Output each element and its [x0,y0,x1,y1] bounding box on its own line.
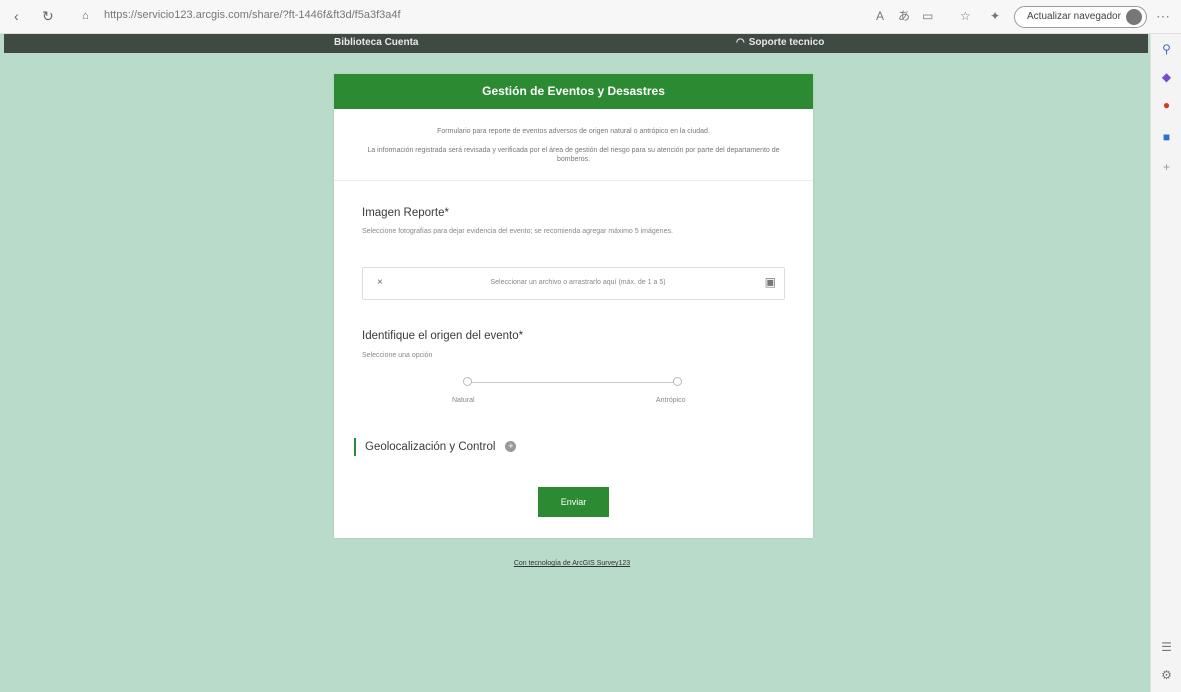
geolocation-section-label: Geolocalización y Control [365,441,496,453]
site-nav[interactable]: Biblioteca Cuenta [334,37,418,48]
avatar [1126,9,1142,25]
refresh-icon[interactable]: ↻ [42,8,54,24]
form-title: Gestión de Eventos y Desastres [334,74,813,109]
image-field-label: Imagen Reporte* [362,207,449,219]
survey-form: Gestión de Eventos y Desastres Formulari… [334,74,813,538]
profile-label: Actualizar navegador [1027,11,1121,22]
browser-toolbar: ‹ ↻ ⌂ https://servicio123.arcgis.com/sha… [0,0,1181,34]
upload-placeholder: Seleccionar un archivo o arrastrarlo aqu… [490,279,666,286]
profile-button[interactable]: Actualizar navegador [1014,6,1147,28]
outlook-icon[interactable]: ■ [1151,130,1181,144]
origin-option-antropico-label[interactable]: Antrópico [656,397,686,404]
support-label: Soporte tecnico [748,37,825,48]
read-aloud-icon[interactable]: A [876,9,884,23]
support-link[interactable]: ◠ Soporte tecnico [736,37,824,48]
origin-option-natural-label[interactable]: Natural [452,397,475,404]
favorites-icon[interactable]: ☆ [960,9,971,23]
origin-field-help: Seleccione una opción [362,352,433,359]
extensions-icon[interactable]: ✦ [990,9,1000,23]
translate-icon[interactable]: あ [898,9,910,23]
headset-icon: ◠ [736,37,745,48]
add-icon[interactable]: + [1151,160,1181,174]
copilot-icon[interactable]: ◆ [1151,70,1181,84]
intro-text-1: Formulario para reporte de eventos adver… [437,128,710,135]
home-icon[interactable]: ⌂ [82,8,89,24]
origin-option-natural-handle[interactable] [463,377,472,386]
form-description: Formulario para reporte de eventos adver… [334,109,813,164]
expand-icon[interactable]: + [505,441,517,453]
geolocation-section[interactable]: Geolocalización y Control + [354,438,517,456]
back-icon[interactable]: ‹ [14,8,19,24]
browser-sidebar: ⚲ ◆ ● ■ + ☰ ⚙ [1150,34,1181,692]
image-field-help: Seleccione fotografías para dejar eviden… [362,228,673,235]
address-bar[interactable]: https://servicio123.arcgis.com/share/?ft… [104,9,704,21]
image-icon[interactable]: ▣ [765,275,776,289]
submit-button[interactable]: Enviar [538,487,609,517]
settings-icon[interactable]: ⚙ [1151,668,1181,682]
image-upload-input[interactable]: × Seleccionar un archivo o arrastrarlo a… [362,267,785,300]
clear-icon[interactable]: × [377,277,383,288]
site-header: Biblioteca Cuenta ◠ Soporte tecnico [4,34,1148,53]
origin-field-label: Identifique el origen del evento* [362,330,524,342]
sidebar-layout-icon[interactable]: ☰ [1151,640,1181,654]
origin-slider-track[interactable] [467,382,678,383]
intro-text-2: La información registrada será revisada … [367,147,780,163]
origin-option-antropico-handle[interactable] [673,377,682,386]
powered-by-link[interactable]: Con tecnología de ArcGIS Survey123 [472,560,672,567]
search-icon[interactable]: ⚲ [1151,42,1181,56]
divider [334,180,813,181]
office-icon[interactable]: ● [1151,98,1181,112]
split-screen-icon[interactable]: ▭ [922,9,933,23]
more-icon[interactable]: ⋯ [1156,8,1170,25]
